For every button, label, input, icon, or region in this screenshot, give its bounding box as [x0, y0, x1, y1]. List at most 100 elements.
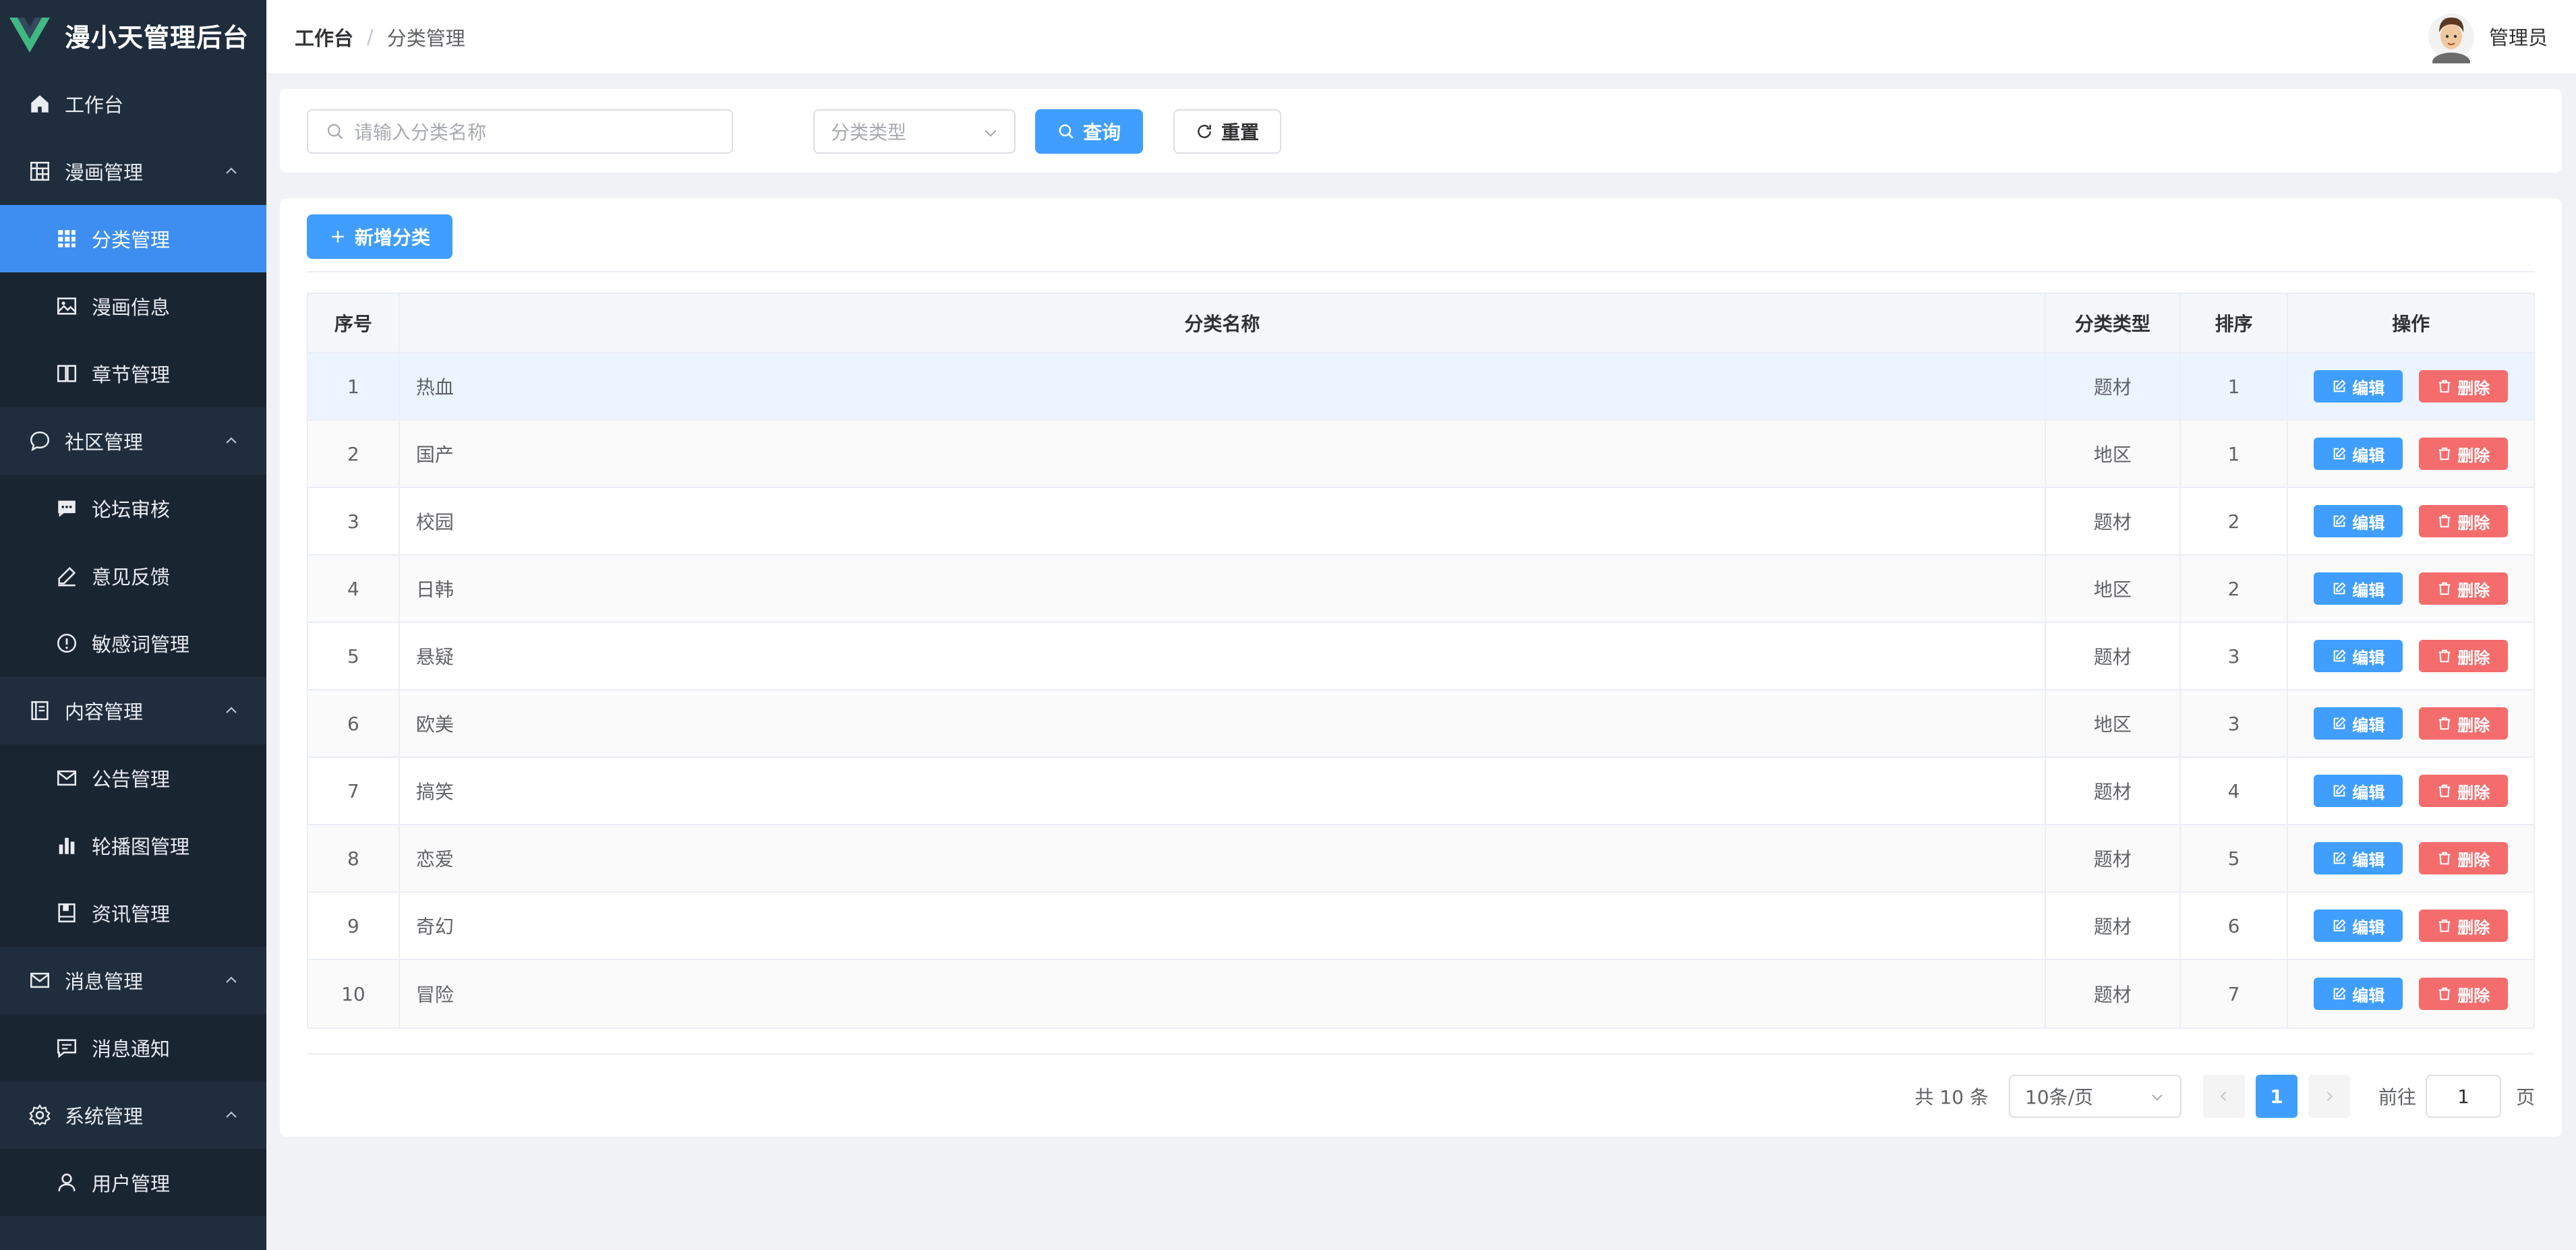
top-header: 工作台 / 分类管理 管理员 [266, 0, 2576, 74]
edit-button[interactable]: 编辑 [2314, 978, 2403, 1010]
edit-icon [2333, 852, 2346, 864]
edit-button[interactable]: 编辑 [2314, 707, 2403, 740]
user-menu[interactable]: 管理员 [2427, 9, 2548, 63]
sidebar-item-16[interactable]: 用户管理 [0, 1149, 266, 1216]
sidebar-item-11[interactable]: 轮播图管理 [0, 812, 266, 879]
breadcrumb-home[interactable]: 工作台 [295, 23, 353, 51]
sidebar-item-label: 章节管理 [92, 363, 171, 386]
delete-button-label: 删除 [2457, 648, 2490, 667]
edit-icon [2333, 380, 2346, 392]
page-size-value: 10条/页 [2024, 1086, 2094, 1108]
delete-button[interactable]: 删除 [2419, 640, 2509, 672]
table-row[interactable]: 3 校园 题材 2 编辑 删除 [308, 488, 2534, 556]
edit-icon [2333, 919, 2346, 932]
sidebar-item-15[interactable]: 系统管理 [0, 1081, 266, 1149]
delete-button[interactable]: 删除 [2419, 707, 2509, 740]
table-row[interactable]: 6 欧美 地区 3 编辑 删除 [308, 690, 2534, 758]
cell-type: 题材 [2046, 825, 2181, 891]
delete-button[interactable]: 删除 [2419, 572, 2509, 605]
edit-button[interactable]: 编辑 [2314, 572, 2403, 605]
sidebar-item-label: 内容管理 [65, 701, 144, 723]
sidebar-item-10[interactable]: 公告管理 [0, 744, 266, 812]
sidebar-item-1[interactable]: 漫画管理 [0, 138, 266, 205]
table-row[interactable]: 10 冒险 题材 7 编辑 删除 [308, 960, 2534, 1028]
chevron-down-icon [2152, 1094, 2163, 1101]
sidebar-item-label: 分类管理 [92, 229, 171, 251]
sidebar-item-label: 漫画管理 [65, 161, 144, 184]
cell-sort: 5 [2181, 825, 2289, 891]
edit-button[interactable]: 编辑 [2314, 640, 2403, 672]
query-button[interactable]: 查询 [1035, 109, 1143, 154]
delete-button[interactable]: 删除 [2419, 978, 2509, 1010]
column-header-no: 序号 [308, 294, 400, 352]
prev-page-button[interactable] [2202, 1075, 2245, 1118]
reset-button[interactable]: 重置 [1173, 109, 1281, 154]
delete-button[interactable]: 删除 [2419, 775, 2509, 807]
cell-name: 恋爱 [400, 825, 2046, 891]
cell-actions: 编辑 删除 [2288, 690, 2534, 756]
app-title: 漫小天管理后台 [65, 22, 250, 53]
cell-actions: 编辑 删除 [2288, 758, 2534, 824]
table-row[interactable]: 2 国产 地区 1 编辑 删除 [308, 421, 2534, 488]
edit-button[interactable]: 编辑 [2314, 438, 2403, 470]
chevron-up-icon [226, 707, 237, 713]
delete-button[interactable]: 删除 [2419, 910, 2509, 942]
edit-button[interactable]: 编辑 [2314, 910, 2403, 942]
table-row[interactable]: 7 搞笑 题材 4 编辑 删除 [308, 758, 2534, 825]
chevron-up-icon [226, 1111, 237, 1118]
delete-button[interactable]: 删除 [2419, 438, 2509, 470]
sidebar-item-9[interactable]: 内容管理 [0, 677, 266, 744]
table-row[interactable]: 5 悬疑 题材 3 编辑 删除 [308, 623, 2534, 690]
sidebar-item-6[interactable]: 论坛审核 [0, 475, 266, 542]
goto-page-input[interactable]: 1 [2425, 1075, 2501, 1118]
category-type-select[interactable]: 分类类型 [813, 109, 1016, 154]
sidebar-menu: 工作台漫画管理分类管理漫画信息章节管理社区管理 论坛审核 意见反馈 敏感词管理内容管理… [0, 70, 266, 1216]
cell-no: 9 [308, 893, 400, 959]
table-row[interactable]: 4 日韩 地区 2 编辑 删除 [308, 556, 2534, 623]
sidebar-item-13[interactable]: 消息管理 [0, 947, 266, 1014]
sidebar-item-label: 漫画信息 [92, 296, 171, 319]
delete-button[interactable]: 删除 [2419, 370, 2509, 403]
search-panel: 请输入分类名称 分类类型 查询 重置 [280, 89, 2562, 173]
sidebar-item-14[interactable]: 消息通知 [0, 1014, 266, 1081]
edit-button[interactable]: 编辑 [2314, 775, 2403, 807]
sidebar-item-3[interactable]: 漫画信息 [0, 272, 266, 340]
edit-button[interactable]: 编辑 [2314, 842, 2403, 874]
table-row[interactable]: 9 奇幻 题材 6 编辑 删除 [308, 893, 2534, 960]
cell-type: 地区 [2046, 556, 2181, 622]
edit-button[interactable]: 编辑 [2314, 505, 2403, 537]
delete-button[interactable]: 删除 [2419, 842, 2509, 874]
sidebar-item-5[interactable]: 社区管理 [0, 407, 266, 475]
table-row[interactable]: 8 恋爱 题材 5 编辑 删除 [308, 825, 2534, 893]
sidebar-item-2[interactable]: 分类管理 [0, 205, 266, 272]
page-size-select[interactable]: 10条/页 [2008, 1075, 2182, 1118]
grid-icon [28, 160, 51, 183]
category-table: 序号 分类名称 分类类型 排序 操作 1 热血 题材 1 编辑 删除 2 国产 地区 1 编辑 删除 3… [307, 293, 2535, 1029]
category-name-search-input[interactable]: 请输入分类名称 [307, 109, 733, 154]
delete-button-label: 删除 [2457, 850, 2490, 870]
delete-button[interactable]: 删除 [2419, 505, 2509, 537]
warning-icon [55, 632, 78, 655]
sidebar-item-8[interactable]: 敏感词管理 [0, 609, 266, 677]
cell-sort: 3 [2181, 690, 2289, 756]
trash-icon [2439, 380, 2451, 393]
avatar[interactable] [2427, 9, 2476, 63]
edit-button-label: 编辑 [2352, 648, 2385, 667]
sidebar-item-0[interactable]: 工作台 [0, 70, 266, 138]
app-logo[interactable]: 漫小天管理后台 [0, 0, 266, 70]
edit-button-label: 编辑 [2352, 581, 2385, 600]
page-number-current[interactable]: 1 [2255, 1075, 2297, 1118]
sidebar-item-4[interactable]: 章节管理 [0, 340, 266, 407]
chevron-up-icon [226, 976, 237, 983]
sidebar-item-12[interactable]: 资讯管理 [0, 879, 266, 947]
reset-button-label: 重置 [1221, 121, 1259, 144]
sidebar-item-label: 工作台 [65, 94, 124, 117]
next-page-button[interactable] [2308, 1075, 2350, 1118]
sidebar-item-7[interactable]: 意见反馈 [0, 542, 266, 609]
edit-button[interactable]: 编辑 [2314, 370, 2403, 403]
breadcrumb-current: 分类管理 [386, 26, 465, 50]
add-category-button[interactable]: 新增分类 [307, 214, 452, 259]
table-row[interactable]: 1 热血 题材 1 编辑 删除 [308, 353, 2534, 421]
cell-sort: 1 [2181, 353, 2289, 419]
notebook-icon [55, 901, 78, 924]
